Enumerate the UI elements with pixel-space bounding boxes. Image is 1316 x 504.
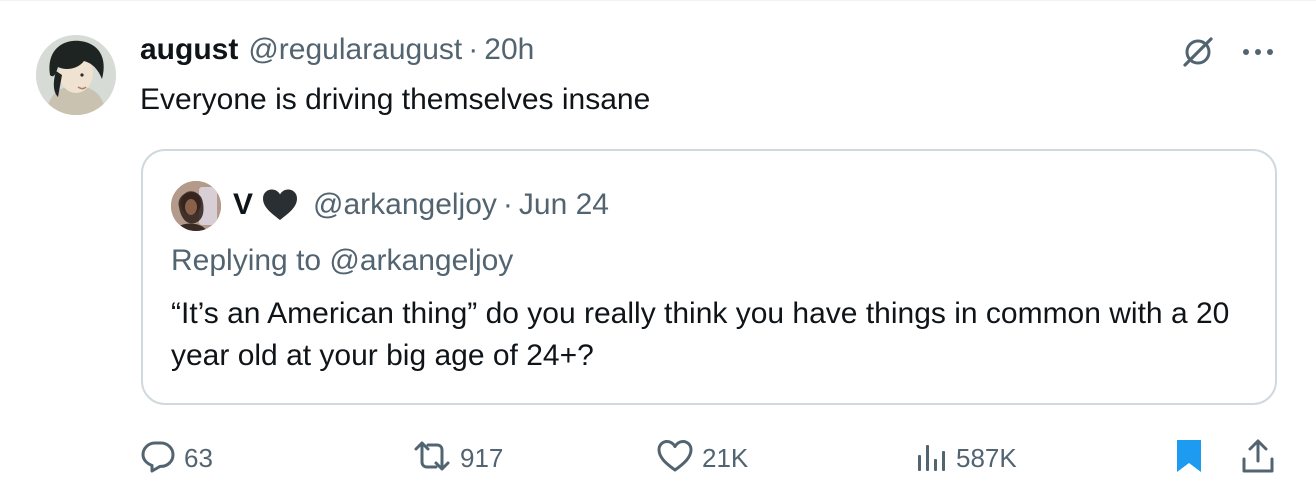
reply-button[interactable]: 63 <box>140 438 213 478</box>
author-avatar-image <box>36 35 116 115</box>
share-button[interactable] <box>1240 438 1276 478</box>
post-action-bar: 63 917 21K 587K <box>0 438 1316 478</box>
repost-button[interactable]: 917 <box>412 438 503 478</box>
repost-count: 917 <box>460 442 504 473</box>
bookmark-button[interactable] <box>1172 438 1206 478</box>
grok-icon[interactable] <box>1176 30 1220 74</box>
bookmark-filled-icon <box>1172 437 1206 480</box>
more-dots-icon[interactable] <box>1236 30 1280 74</box>
speech-bubble-icon <box>140 438 176 479</box>
like-count: 21K <box>702 442 749 473</box>
quoted-author-name[interactable]: V <box>233 188 253 222</box>
author-handle[interactable]: @regularaugust <box>248 33 462 67</box>
quoted-header-separator: · <box>502 188 513 221</box>
quoted-timestamp[interactable]: Jun 24 <box>519 188 609 222</box>
author-avatar[interactable] <box>36 35 116 115</box>
quoted-post-text: “It’s an American thing” do you really t… <box>171 297 1230 372</box>
heart-outline-icon <box>656 439 694 478</box>
quoted-avatar-image <box>171 181 221 231</box>
quoted-author-handle[interactable]: @arkangeljoy <box>313 188 497 222</box>
repost-arrows-icon <box>412 438 452 479</box>
quoted-post-header: V @arkangeljoy · Jun 24 <box>233 183 609 227</box>
reply-count: 63 <box>184 442 213 473</box>
like-button[interactable]: 21K <box>656 438 748 478</box>
views-button[interactable]: 587K <box>914 438 1017 478</box>
author-name[interactable]: august <box>140 33 238 67</box>
post-text: Everyone is driving themselves insane <box>140 83 651 116</box>
header-separator: · <box>468 33 479 66</box>
views-count: 587K <box>956 442 1017 473</box>
quoted-post-card[interactable]: V @arkangeljoy · Jun 24 Replying to @ark… <box>141 149 1277 405</box>
post-timestamp[interactable]: 20h <box>484 33 534 67</box>
top-divider <box>0 0 1316 1</box>
bar-chart-icon <box>914 439 948 478</box>
post-header: august @regularaugust · 20h <box>140 30 534 70</box>
black-heart-icon <box>261 188 299 222</box>
share-upload-icon <box>1240 437 1276 480</box>
quoted-author-avatar[interactable] <box>171 181 221 231</box>
replying-to-text: Replying to @arkangeljoy <box>171 244 514 277</box>
